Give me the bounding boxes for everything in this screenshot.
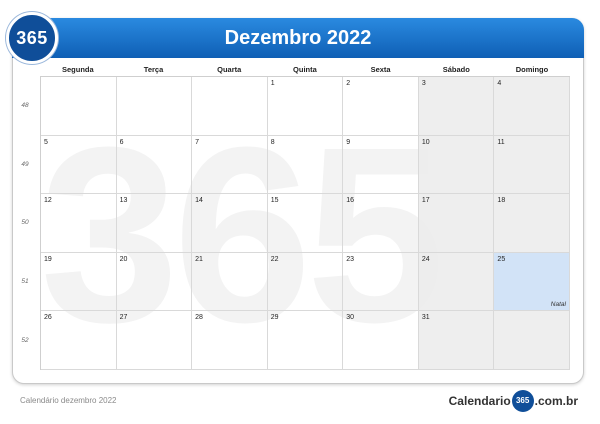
day-number: 6 (119, 138, 124, 146)
week-number: 49 (21, 160, 29, 168)
day-number: 24 (421, 255, 430, 263)
day-number: 9 (346, 138, 351, 146)
day-cell[interactable]: 6 (116, 135, 193, 195)
day-cell[interactable]: 19 (41, 252, 117, 312)
weekday-label: Quinta (293, 65, 317, 74)
day-cell[interactable] (41, 77, 117, 136)
brand-suffix: .com.br (534, 394, 578, 408)
day-number: 17 (421, 197, 430, 205)
day-cell[interactable]: 27 (116, 311, 193, 370)
week-number: 48 (21, 101, 29, 109)
day-number: 4 (497, 80, 502, 87)
week-number: 50 (21, 219, 29, 227)
day-cell[interactable]: 30 (343, 311, 419, 370)
day-cell-weekend[interactable]: 24 (418, 252, 495, 312)
day-number: 5 (44, 138, 48, 146)
day-cell[interactable]: 15 (267, 194, 344, 253)
day-cell-weekend[interactable]: 31 (418, 311, 495, 370)
day-cell[interactable]: 13 (116, 194, 193, 253)
brand-logo[interactable]: Calendario 365 .com.br (449, 388, 578, 414)
day-cell-weekend[interactable]: 3 (418, 77, 495, 136)
day-number: 28 (195, 314, 203, 322)
day-cell[interactable] (116, 77, 193, 136)
day-number: 3 (421, 80, 426, 87)
day-cell-weekend[interactable]: 17 (418, 194, 495, 253)
day-number: 15 (270, 197, 279, 205)
weekday-label: Terça (143, 65, 164, 74)
day-number: 18 (497, 197, 506, 205)
holiday-label: Natal (550, 301, 566, 309)
weekday-label: Sábado (442, 65, 470, 74)
brand-365-badge: 365 (511, 390, 534, 412)
day-cell[interactable]: 9 (343, 135, 419, 195)
day-cell[interactable] (192, 77, 268, 136)
day-cell-weekend[interactable]: 4 (494, 77, 570, 136)
day-number: 16 (346, 197, 355, 205)
day-number: 21 (195, 255, 203, 263)
day-number: 12 (44, 197, 52, 205)
week-number-column: 48 49 50 51 52 (14, 76, 36, 370)
day-number: 26 (44, 314, 52, 322)
day-number: 25 (497, 255, 506, 263)
day-cell-weekend[interactable]: 11 (494, 135, 570, 195)
day-cell[interactable]: 21 (192, 252, 268, 312)
day-cell-weekend[interactable] (494, 311, 570, 370)
day-cell-holiday[interactable]: 25 Natal (494, 252, 570, 312)
day-number: 20 (119, 255, 128, 263)
day-number: 14 (195, 197, 203, 205)
day-number: 29 (270, 314, 279, 322)
weekday-label: Domingo (515, 65, 549, 74)
day-cell[interactable]: 28 (192, 311, 268, 370)
day-cell[interactable]: 23 (343, 252, 419, 312)
day-cell[interactable]: 14 (192, 194, 268, 253)
day-cell[interactable]: 20 (116, 252, 193, 312)
day-number: 30 (346, 314, 355, 322)
day-number: 22 (270, 255, 279, 263)
day-number: 2 (346, 80, 351, 87)
calendar-grid: 1 2 3 4 5 6 7 8 9 10 11 12 13 14 15 16 1… (40, 76, 570, 370)
day-number: 8 (270, 138, 275, 146)
day-cell-weekend[interactable]: 18 (494, 194, 570, 253)
day-number: 10 (421, 138, 430, 146)
day-cell[interactable]: 1 (267, 77, 344, 136)
week-number: 51 (21, 278, 29, 286)
week-number: 52 (21, 337, 29, 345)
day-cell[interactable]: 16 (343, 194, 419, 253)
day-number: 11 (497, 138, 505, 146)
day-number: 19 (44, 255, 52, 263)
month-title: Dezembro 2022 (12, 18, 584, 58)
weekday-label: Segunda (62, 65, 94, 74)
day-cell[interactable]: 2 (343, 77, 419, 136)
brand-prefix: Calendario (448, 394, 511, 408)
day-cell[interactable]: 7 (192, 135, 268, 195)
day-cell[interactable]: 22 (267, 252, 344, 312)
logo-365-badge: 365 (6, 12, 58, 64)
day-cell[interactable]: 8 (267, 135, 344, 195)
footer-caption: Calendário dezembro 2022 (20, 396, 117, 405)
day-number: 27 (119, 314, 128, 322)
day-cell-weekend[interactable]: 10 (418, 135, 495, 195)
day-number: 31 (421, 314, 430, 322)
day-cell[interactable]: 26 (41, 311, 117, 370)
day-cell[interactable]: 12 (41, 194, 117, 253)
day-number: 23 (346, 255, 355, 263)
weekday-label: Quarta (217, 65, 242, 74)
day-number: 1 (270, 80, 275, 87)
weekday-label: Sexta (370, 65, 391, 74)
day-cell[interactable]: 29 (267, 311, 344, 370)
weekday-header: Segunda Terça Quarta Quinta Sexta Sábado… (40, 64, 570, 76)
day-number: 7 (195, 138, 200, 146)
day-number: 13 (119, 197, 128, 205)
day-cell[interactable]: 5 (41, 135, 117, 195)
